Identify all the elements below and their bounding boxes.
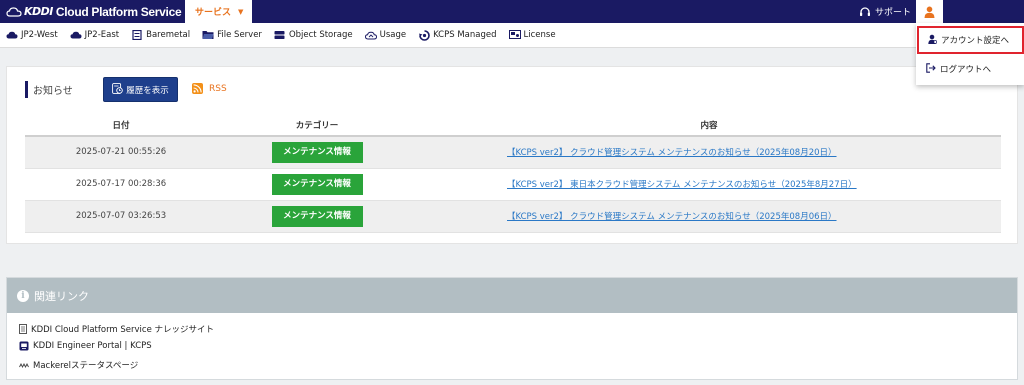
nav-label: File Server [217,30,262,40]
column-header-category: カテゴリー [217,115,417,137]
rss-label: RSS [209,83,227,94]
user-menu-button[interactable] [916,0,943,23]
column-header-date: 日付 [25,115,217,137]
notice-date: 2025-07-21 00:55:26 [25,136,217,169]
wave-icon [19,361,29,369]
support-link[interactable]: サポート [859,0,911,23]
account-settings-icon [928,34,938,47]
license-icon [508,30,521,40]
notices-header: お知らせ [25,79,73,99]
brand-logo[interactable]: KDDI Cloud Platform Service [6,0,182,23]
services-menu-tab[interactable]: サービス ▼ [185,0,252,23]
document-icon [19,324,27,334]
category-badge: メンテナンス情報 [271,173,363,195]
link-knowledge-site[interactable]: KDDI Cloud Platform Service ナレッジサイト [19,323,214,335]
account-settings-link[interactable]: アカウント設定へ [917,26,1024,54]
nav-license[interactable]: License [508,30,556,40]
notice-date: 2025-07-17 00:28:36 [25,168,217,201]
history-icon [112,82,123,97]
category-badge: メンテナンス情報 [271,205,363,227]
logout-icon [926,62,936,76]
notice-content-cell: 【KCPS ver2】 クラウド管理システム メンテナンスのお知らせ（2025年… [417,136,1001,169]
cloud-icon [70,30,82,40]
notice-link[interactable]: 【KCPS ver2】 東日本クラウド管理システム メンテナンスのお知らせ（20… [507,180,857,190]
nav-kcps-managed[interactable]: KCPS Managed [418,29,497,41]
logout-link[interactable]: ログアウトへ [916,55,1024,83]
nav-label: JP2-East [84,30,120,40]
rss-icon [192,83,203,94]
nav-baremetal[interactable]: Baremetal [131,30,190,40]
storage-icon [274,30,286,40]
nav-label: Object Storage [288,30,353,40]
show-history-button[interactable]: 履歴を表示 [103,77,178,102]
support-label: サポート [875,8,912,18]
brand-kddi: KDDI [24,5,53,18]
notices-table: 日付 カテゴリー 内容 2025-07-21 00:55:26 メンテナンス情報… [25,115,1001,233]
services-tab-label: サービス [195,8,232,18]
nav-object-storage[interactable]: Object Storage [274,30,353,40]
notices-panel: お知らせ 履歴を表示 RSS 日付 カテゴリー 内容 2025-07-21 00… [6,66,1018,244]
link-label: KDDI Cloud Platform Service ナレッジサイト [31,325,215,335]
headset-icon [860,6,870,16]
link-engineer-portal[interactable]: KDDI Engineer Portal | KCPS [19,341,152,351]
user-dropdown-menu: アカウント設定へ ログアウトへ [916,23,1024,85]
notice-date: 2025-07-07 03:26:53 [25,200,217,233]
table-row: 2025-07-21 00:55:26 メンテナンス情報 【KCPS ver2】… [25,136,1001,169]
related-links-header: i 関連リンク [7,278,1017,313]
nav-jp2-east[interactable]: JP2-East [70,30,119,40]
brand-name: Cloud Platform Service [55,4,182,19]
service-nav-bar: JP2-West JP2-East Baremetal File Server … [0,23,1024,48]
folder-icon [202,30,214,40]
nav-usage[interactable]: Usage [364,30,407,40]
user-icon [924,6,935,18]
notice-content-cell: 【KCPS ver2】 クラウド管理システム メンテナンスのお知らせ（2025年… [417,200,1001,233]
nav-jp2-west[interactable]: JP2-West [6,30,58,40]
section-accent-bar [25,80,28,98]
related-links-title: 関連リンク [34,289,89,303]
notice-content-cell: 【KCPS ver2】 東日本クラウド管理システム メンテナンスのお知らせ（20… [417,168,1001,201]
notice-link[interactable]: 【KCPS ver2】 クラウド管理システム メンテナンスのお知らせ（2025年… [507,148,837,158]
table-row: 2025-07-07 03:26:53 メンテナンス情報 【KCPS ver2】… [25,200,1001,233]
nav-label: Baremetal [146,30,191,40]
notice-link[interactable]: 【KCPS ver2】 クラウド管理システム メンテナンスのお知らせ（2025年… [507,212,837,222]
link-label: KDDI Engineer Portal | KCPS [33,341,152,351]
top-bar: KDDI Cloud Platform Service サービス ▼ サポート [0,0,1024,23]
table-row: 2025-07-17 00:28:36 メンテナンス情報 【KCPS ver2】… [25,168,1001,201]
usage-icon [364,30,377,40]
cloud-logo-icon [6,6,22,17]
related-links-panel: i 関連リンク KDDI Cloud Platform Service ナレッジ… [6,277,1018,380]
info-icon: i [17,289,29,302]
show-history-label: 履歴を表示 [126,85,169,96]
caret-down-icon: ▼ [238,7,244,16]
link-label: Mackerelステータスページ [33,361,139,371]
column-header-content: 内容 [417,115,1001,137]
notice-category-cell: メンテナンス情報 [217,200,417,233]
category-badge: メンテナンス情報 [271,141,363,163]
nav-label: License [523,30,556,40]
nav-label: KCPS Managed [433,30,497,40]
cloud-icon [6,30,18,40]
nav-label: JP2-West [21,30,58,40]
notice-category-cell: メンテナンス情報 [217,168,417,201]
notices-title: お知らせ [33,85,73,97]
notice-category-cell: メンテナンス情報 [217,136,417,169]
link-mackerel-status[interactable]: Mackerelステータスページ [19,359,138,371]
account-settings-label: アカウント設定へ [941,36,1010,46]
server-icon [131,30,143,40]
portal-icon [19,341,29,351]
logout-label: ログアウトへ [940,65,992,75]
nav-file-server[interactable]: File Server [202,30,262,40]
managed-icon [418,29,430,41]
nav-label: Usage [379,30,407,40]
rss-link[interactable]: RSS [192,83,227,94]
table-header-row: 日付 カテゴリー 内容 [25,115,1001,137]
